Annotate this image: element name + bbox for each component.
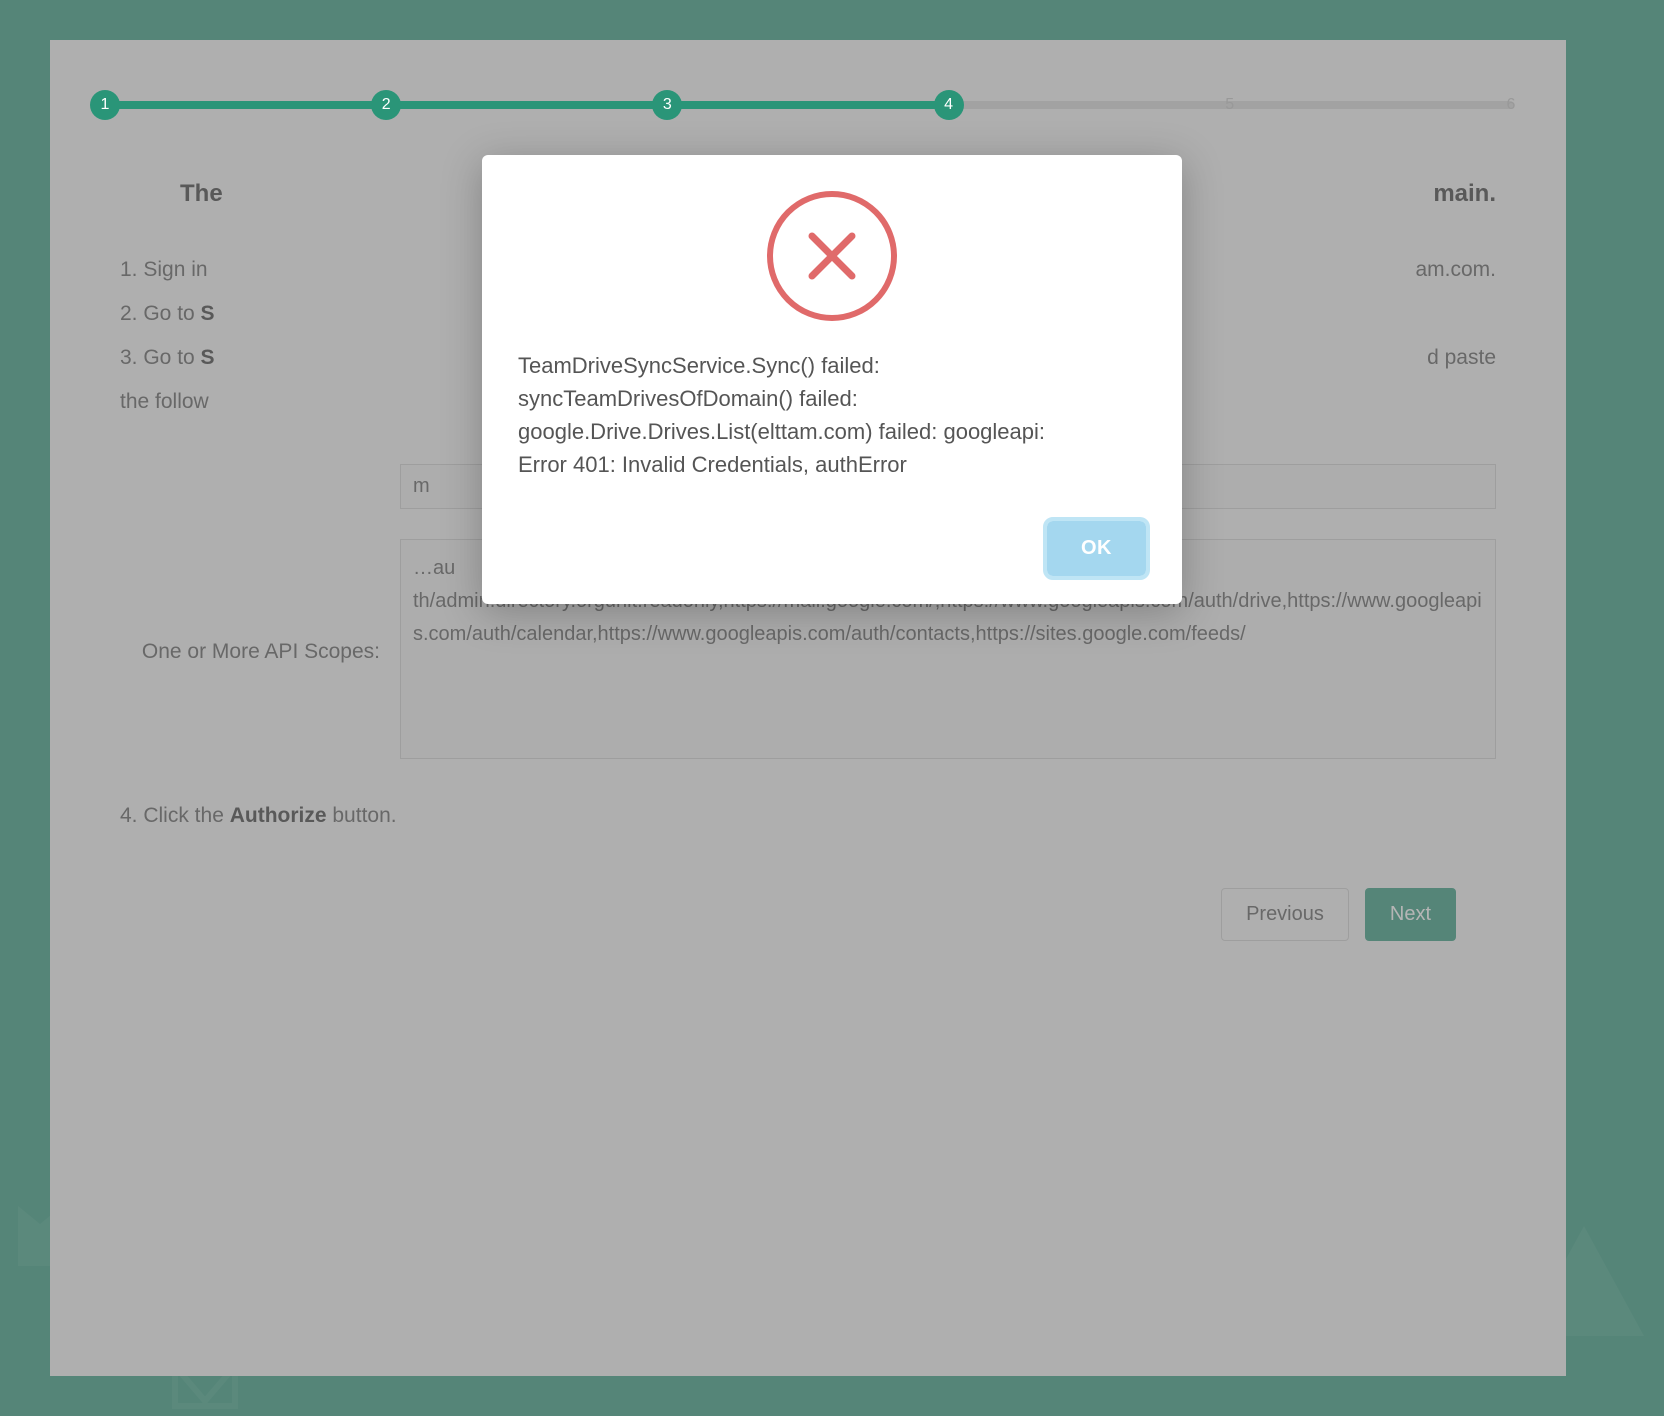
- error-modal: TeamDriveSyncService.Sync() failed: sync…: [482, 155, 1182, 604]
- modal-overlay: TeamDriveSyncService.Sync() failed: sync…: [0, 0, 1664, 1416]
- step-2[interactable]: 2: [371, 90, 401, 120]
- ok-button[interactable]: OK: [1047, 521, 1146, 576]
- error-icon: [518, 191, 1146, 321]
- step-4[interactable]: 4: [934, 90, 964, 120]
- stepper-progress: [102, 101, 952, 109]
- step-5: 5: [1215, 90, 1245, 120]
- x-icon: [797, 221, 867, 291]
- step-6: 6: [1496, 90, 1526, 120]
- error-message: TeamDriveSyncService.Sync() failed: sync…: [518, 349, 1146, 481]
- step-1[interactable]: 1: [90, 90, 120, 120]
